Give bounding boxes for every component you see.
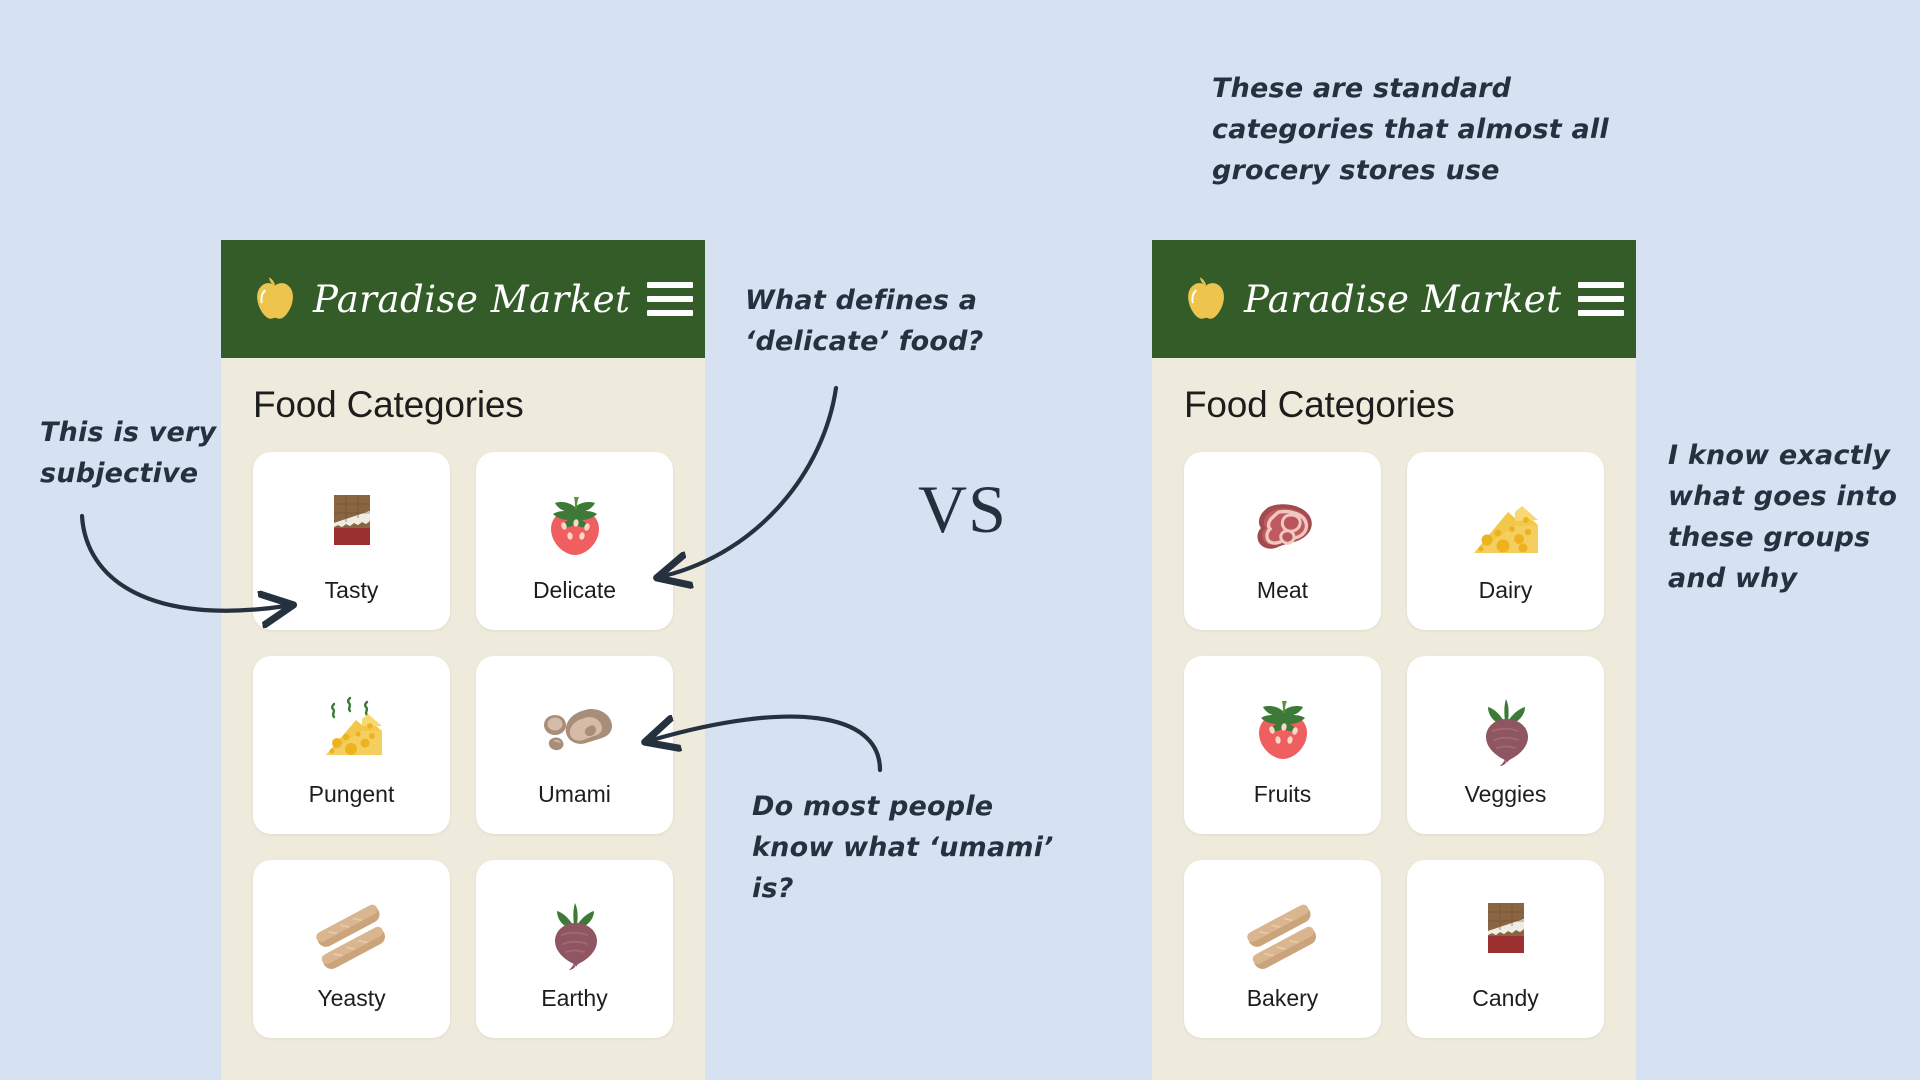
annotation-delicate: What defines a ‘delicate’ food?	[745, 285, 984, 358]
apple-icon	[1184, 276, 1228, 322]
category-card-yeasty[interactable]: Yeasty	[253, 860, 450, 1038]
stinky-cheese-icon	[306, 683, 398, 775]
right-category-grid: Meat Dairy Fruits Veggies Bakery Candy	[1184, 452, 1604, 1038]
left-category-grid: Tasty Delicate Pungent Umami Yeasty Eart…	[253, 452, 673, 1038]
left-app-panel: Paradise Market Food Categories Tasty De…	[221, 240, 705, 1080]
category-card-meat[interactable]: Meat	[1184, 452, 1381, 630]
annotation-umami: Do most people know what ‘umami’ is?	[752, 791, 1054, 905]
category-label: Earthy	[541, 984, 608, 1011]
category-card-pungent[interactable]: Pungent	[253, 656, 450, 834]
category-label: Yeasty	[317, 984, 386, 1011]
comparison-stage: Paradise Market Food Categories Tasty De…	[0, 0, 1920, 1080]
category-card-umami[interactable]: Umami	[476, 656, 673, 834]
hamburger-menu-icon[interactable]	[1577, 282, 1624, 316]
category-label: Umami	[538, 780, 611, 807]
category-label: Dairy	[1478, 576, 1533, 603]
right-app-panel: Paradise Market Food Categories Meat Dai…	[1152, 240, 1636, 1080]
category-card-dairy[interactable]: Dairy	[1407, 452, 1604, 630]
category-card-delicate[interactable]: Delicate	[476, 452, 673, 630]
versus-label: VS	[918, 471, 1007, 547]
left-panel-body: Food Categories Tasty Delicate Pungent U…	[221, 358, 705, 1038]
left-app-header: Paradise Market	[221, 240, 705, 358]
category-card-fruits[interactable]: Fruits	[1184, 656, 1381, 834]
apple-icon	[253, 276, 297, 322]
category-card-earthy[interactable]: Earthy	[476, 860, 673, 1038]
beet-icon	[1460, 683, 1552, 775]
category-label: Veggies	[1464, 780, 1547, 807]
right-section-title: Food Categories	[1184, 384, 1455, 425]
category-label: Pungent	[308, 780, 395, 807]
category-card-bakery[interactable]: Bakery	[1184, 860, 1381, 1038]
annotation-exactly: I know exactly what goes into these grou…	[1668, 440, 1898, 595]
category-card-veggies[interactable]: Veggies	[1407, 656, 1604, 834]
strawberry-icon	[1237, 683, 1329, 775]
annotation-subjective: This is very subjective	[40, 417, 217, 490]
category-label: Fruits	[1253, 780, 1312, 807]
baguette-bread-icon	[306, 887, 398, 979]
category-card-tasty[interactable]: Tasty	[253, 452, 450, 630]
baguette-bread-icon	[1237, 887, 1329, 979]
hamburger-menu-icon[interactable]	[646, 282, 693, 316]
category-card-candy[interactable]: Candy	[1407, 860, 1604, 1038]
category-label: Meat	[1256, 576, 1309, 603]
chocolate-bar-icon	[306, 479, 398, 571]
right-panel-body: Food Categories Meat Dairy Fruits Veggie…	[1152, 358, 1636, 1038]
cheese-wedge-icon	[1460, 479, 1552, 571]
category-label: Bakery	[1246, 984, 1319, 1011]
category-label: Delicate	[532, 576, 617, 603]
left-brand-name: Paradise Market	[313, 277, 631, 321]
steak-icon	[1237, 479, 1329, 571]
right-app-header: Paradise Market	[1152, 240, 1636, 358]
strawberry-icon	[529, 479, 621, 571]
left-section-title: Food Categories	[253, 384, 524, 425]
beet-icon	[529, 887, 621, 979]
category-label: Tasty	[324, 576, 379, 603]
right-brand-name: Paradise Market	[1244, 277, 1562, 321]
mushroom-icon	[529, 683, 621, 775]
chocolate-bar-icon	[1460, 887, 1552, 979]
annotation-standard: These are standard categories that almos…	[1212, 73, 1609, 187]
category-label: Candy	[1472, 984, 1539, 1011]
